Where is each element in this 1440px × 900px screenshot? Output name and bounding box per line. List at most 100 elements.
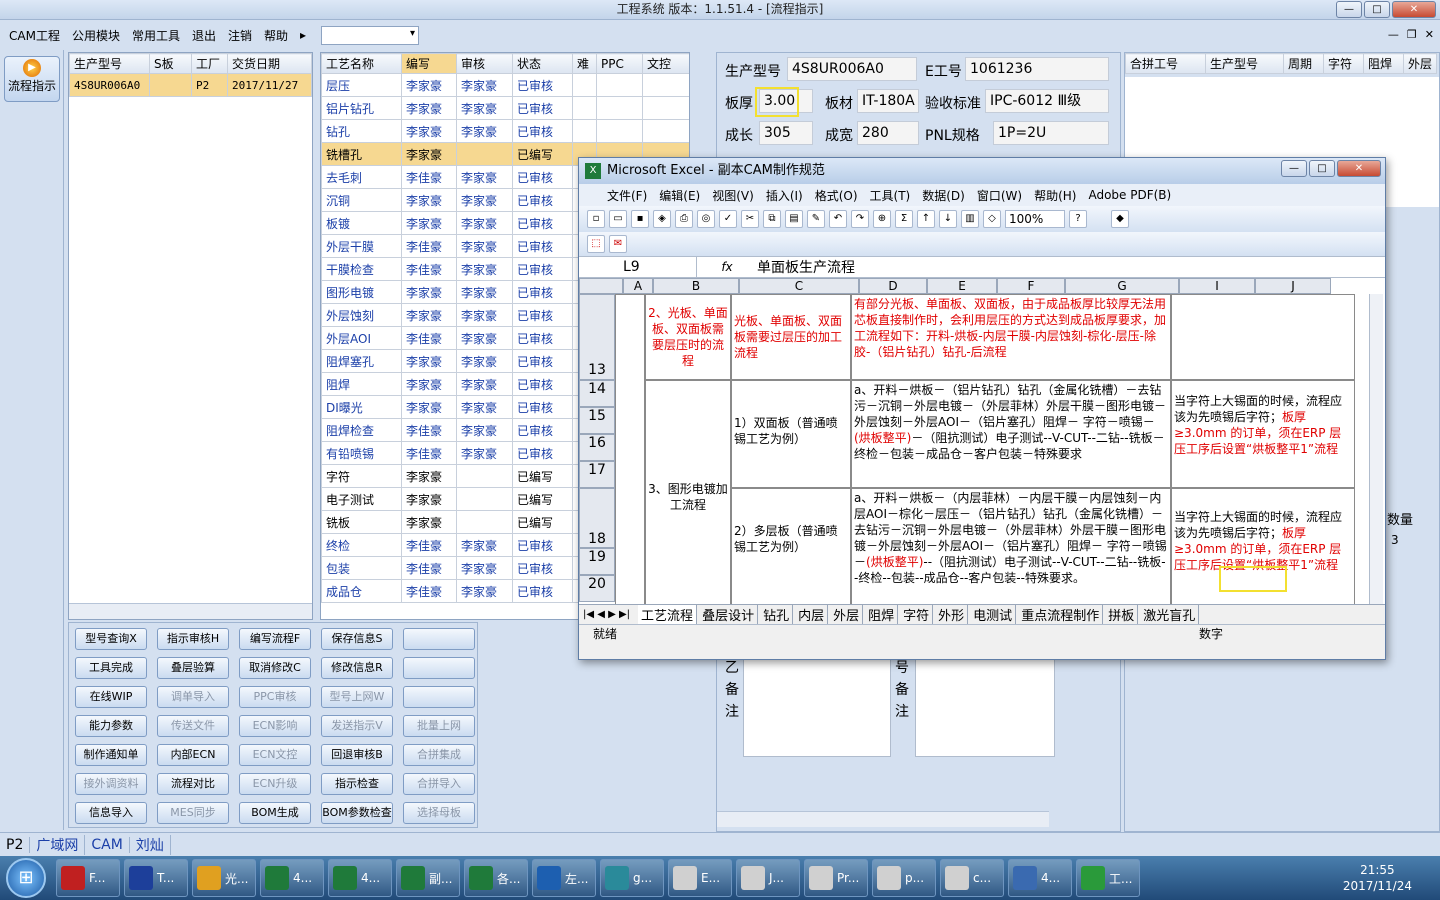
help-icon[interactable]: ?: [1069, 210, 1087, 228]
col-header-a[interactable]: A: [623, 278, 653, 294]
action-button[interactable]: 指示审核H: [157, 628, 229, 650]
sort-asc-icon[interactable]: ↑: [917, 210, 935, 228]
col-outer[interactable]: 外层: [1402, 53, 1438, 74]
taskbar-button[interactable]: 左...: [532, 859, 596, 897]
action-button[interactable]: 选择母板: [403, 802, 475, 824]
action-button[interactable]: 在线WIP: [75, 686, 147, 708]
new-icon[interactable]: ▫: [587, 210, 605, 228]
note-field-1[interactable]: [743, 657, 891, 757]
hyperlink-icon[interactable]: ⊕: [873, 210, 891, 228]
col-solder[interactable]: 阻焊: [1362, 53, 1404, 74]
excel-menu-item[interactable]: 格式(O): [815, 187, 858, 204]
formula-input[interactable]: 单面板生产流程: [757, 257, 855, 277]
excel-maximize-icon[interactable]: □: [1309, 160, 1335, 177]
excel-close-icon[interactable]: ✕: [1337, 160, 1381, 177]
taskbar-button[interactable]: F...: [56, 859, 120, 897]
cell-c14[interactable]: 1）双面板（普通喷锡工艺为例）: [731, 380, 851, 488]
col-process[interactable]: 工艺名称: [321, 53, 402, 74]
copy-icon[interactable]: ⧉: [763, 210, 781, 228]
tab-nav-icon[interactable]: |◀ ◀ ▶ ▶|: [583, 609, 636, 620]
cell-d18[interactable]: a、开料－烘板－（内层菲林）－内层干膜－内层蚀刻－内层AOI－棕化－层压－（铝片…: [851, 488, 1171, 604]
action-button[interactable]: 接外调资料: [75, 773, 147, 795]
row-header-19[interactable]: 19: [579, 548, 615, 575]
taskbar-button[interactable]: 4...: [1008, 859, 1072, 897]
wid-field[interactable]: 280: [857, 121, 919, 145]
col-merge-no[interactable]: 合拼工号: [1125, 53, 1206, 74]
start-button[interactable]: ⊞: [6, 858, 46, 898]
action-button[interactable]: [403, 657, 475, 679]
taskbar-button[interactable]: J...: [736, 859, 800, 897]
taskbar-button[interactable]: T...: [124, 859, 188, 897]
factory-select[interactable]: P2: [0, 836, 31, 853]
col-factory[interactable]: 工厂: [191, 53, 228, 74]
excel-menu-item[interactable]: 视图(V): [712, 187, 754, 204]
col-header-g[interactable]: G: [1065, 278, 1179, 294]
open-icon[interactable]: ▭: [609, 210, 627, 228]
menu-cam[interactable]: CAM工程: [4, 27, 65, 44]
spell-icon[interactable]: ✓: [719, 210, 737, 228]
action-button[interactable]: 叠层验算: [157, 657, 229, 679]
fx-icon[interactable]: fx: [697, 260, 757, 274]
table-row[interactable]: 层压 李家豪 李家豪 已审核: [321, 73, 689, 97]
sort-desc-icon[interactable]: ↓: [939, 210, 957, 228]
action-button[interactable]: 取消修改C: [239, 657, 311, 679]
action-button[interactable]: BOM参数检查: [321, 802, 393, 824]
col-header-e[interactable]: E: [927, 278, 997, 294]
col-doc[interactable]: 文控: [642, 53, 689, 74]
zoom-select[interactable]: 100%: [1005, 210, 1065, 228]
action-button[interactable]: 保存信息S: [321, 628, 393, 650]
sheet-tab[interactable]: 叠层设计: [699, 605, 759, 624]
action-button[interactable]: 工具完成: [75, 657, 147, 679]
action-button[interactable]: 合拼导入: [403, 773, 475, 795]
row-header-16[interactable]: 16: [579, 434, 615, 461]
cell-a[interactable]: [615, 294, 645, 604]
col-reviewer[interactable]: 审核: [456, 53, 513, 74]
action-button[interactable]: 编写流程F: [239, 628, 311, 650]
action-button[interactable]: 型号上网W: [321, 686, 393, 708]
cell-b13[interactable]: 2、光板、单面板、双面板需要层压时的流程: [645, 294, 731, 380]
action-button[interactable]: [403, 628, 475, 650]
row-header-13[interactable]: 13: [579, 294, 615, 380]
mdi-restore-icon[interactable]: ❐: [1407, 28, 1417, 41]
cell-c13[interactable]: 光板、单面板、双面板需要过层压的加工流程: [731, 294, 851, 380]
action-button[interactable]: 发送指示V: [321, 715, 393, 737]
chart-icon[interactable]: ▥: [961, 210, 979, 228]
row-header-15[interactable]: 15: [579, 407, 615, 434]
taskbar-button[interactable]: 副...: [396, 859, 460, 897]
action-button[interactable]: 制作通知单: [75, 744, 147, 766]
action-button[interactable]: 调单导入: [157, 686, 229, 708]
action-button[interactable]: ECN影响: [239, 715, 311, 737]
col-char[interactable]: 字符: [1322, 53, 1364, 74]
excel-menu-item[interactable]: 数据(D): [922, 187, 965, 204]
row-header-14[interactable]: 14: [579, 380, 615, 407]
table-row[interactable]: 钻孔 李家豪 李家豪 已审核: [321, 119, 689, 143]
col-difficulty[interactable]: 难: [572, 53, 597, 74]
sheet-tab[interactable]: 重点流程制作: [1018, 605, 1104, 624]
autosum-icon[interactable]: Σ: [895, 210, 913, 228]
sheet-tab[interactable]: 钻孔: [760, 605, 794, 624]
model-hscroll[interactable]: [69, 603, 312, 619]
model-field[interactable]: 4S8UR006A0: [787, 57, 917, 81]
pdf-mail-icon[interactable]: ✉: [609, 235, 627, 253]
cell-d13[interactable]: 有部分光板、单面板、双面板，由于成品板厚比较厚无法用芯板直接制作时，会利用层压的…: [851, 294, 1171, 380]
action-button[interactable]: 传送文件: [157, 715, 229, 737]
action-button[interactable]: 批量上网: [403, 715, 475, 737]
excel-menu-item[interactable]: 帮助(H): [1034, 187, 1076, 204]
action-button[interactable]: BOM生成: [239, 802, 311, 824]
col-header-c[interactable]: C: [739, 278, 859, 294]
col-header-d[interactable]: D: [859, 278, 927, 294]
menu-exit[interactable]: 退出: [187, 27, 221, 44]
col-writer[interactable]: 编写: [401, 53, 457, 74]
taskbar-button[interactable]: g...: [600, 859, 664, 897]
menu-tools[interactable]: 常用工具: [127, 27, 185, 44]
table-row[interactable]: 铝片钻孔 李家豪 李家豪 已审核: [321, 96, 689, 120]
mdi-close-icon[interactable]: ✕: [1425, 28, 1434, 41]
action-button[interactable]: PPC审核: [239, 686, 311, 708]
select-all-corner[interactable]: [579, 278, 623, 294]
action-button[interactable]: 修改信息R: [321, 657, 393, 679]
action-button[interactable]: 型号查询X: [75, 628, 147, 650]
col-header-b[interactable]: B: [653, 278, 739, 294]
preview-icon[interactable]: ◎: [697, 210, 715, 228]
len-field[interactable]: 305: [759, 121, 813, 145]
excel-menu-item[interactable]: 窗口(W): [977, 187, 1022, 204]
